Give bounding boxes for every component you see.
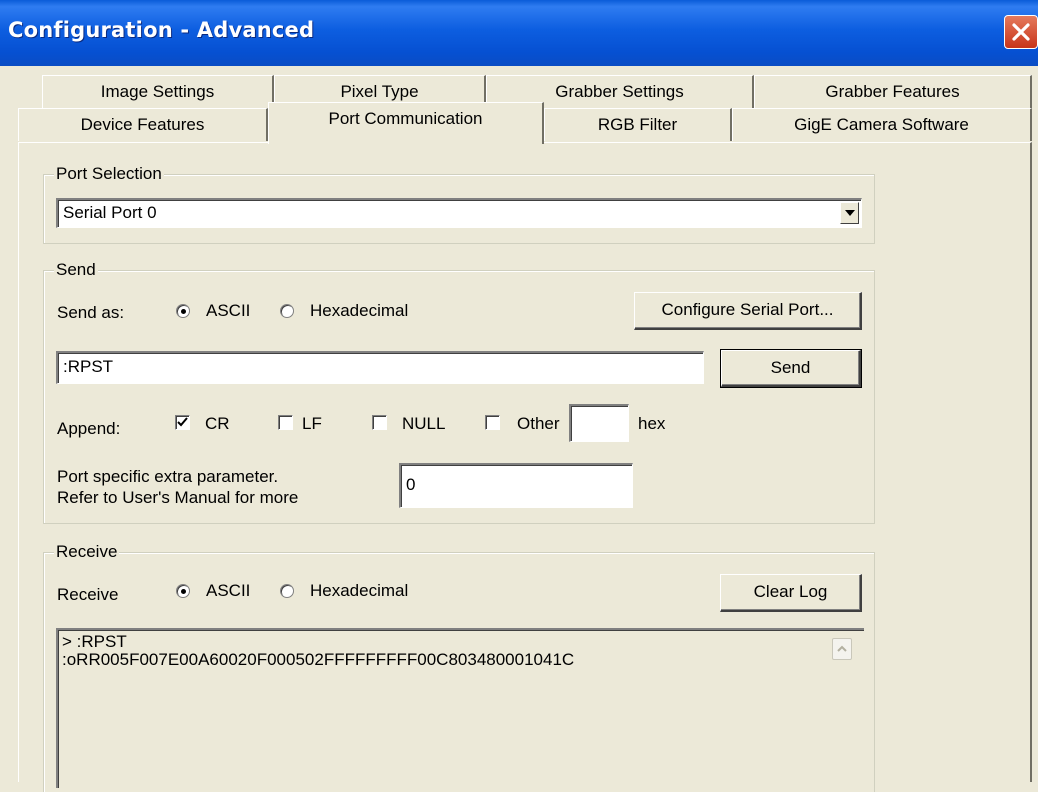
window-title: Configuration - Advanced bbox=[8, 18, 315, 42]
send-ascii-label: ASCII bbox=[206, 301, 251, 320]
append-cr-label: CR bbox=[205, 414, 230, 433]
receive-hex-label: Hexadecimal bbox=[310, 581, 409, 600]
configure-serial-port-button[interactable]: Configure Serial Port... bbox=[634, 292, 862, 330]
tab-rgb-filter[interactable]: RGB Filter bbox=[544, 108, 732, 141]
receive-ascii-radio[interactable] bbox=[176, 584, 190, 598]
tab-port-communication[interactable]: Port Communication bbox=[268, 102, 544, 144]
log-line: > :RPST bbox=[62, 632, 127, 651]
tab-label: Device Features bbox=[80, 115, 205, 134]
send-legend: Send bbox=[54, 259, 98, 281]
receive-log[interactable]: > :RPST :oRR005F007E00A60020F000502FFFFF… bbox=[56, 628, 864, 788]
receive-hex-radio[interactable] bbox=[280, 584, 294, 598]
send-button[interactable]: Send bbox=[720, 349, 862, 388]
tab-label: Pixel Type bbox=[340, 82, 419, 101]
extra-param-input[interactable]: 0 bbox=[399, 463, 633, 508]
extra-param-label-line2: Refer to User's Manual for more bbox=[57, 488, 299, 507]
tab-label: Port Communication bbox=[328, 109, 483, 128]
clear-log-button[interactable]: Clear Log bbox=[720, 574, 862, 612]
tab-label: GigE Camera Software bbox=[794, 115, 969, 134]
port-select-value: Serial Port 0 bbox=[63, 203, 157, 222]
log-scroll-up-button[interactable] bbox=[832, 638, 852, 660]
append-label: Append: bbox=[57, 419, 121, 438]
configure-serial-port-label: Configure Serial Port... bbox=[661, 300, 834, 319]
tab-grabber-features[interactable]: Grabber Features bbox=[754, 75, 1032, 108]
other-hex-input[interactable] bbox=[569, 404, 629, 442]
extra-param-value: 0 bbox=[406, 475, 416, 494]
hex-label: hex bbox=[638, 414, 666, 433]
tab-gige-camera-software[interactable]: GigE Camera Software bbox=[732, 108, 1032, 141]
receive-ascii-label: ASCII bbox=[206, 581, 251, 600]
append-null-label: NULL bbox=[402, 414, 446, 433]
send-hex-radio[interactable] bbox=[280, 304, 294, 318]
port-selection-legend: Port Selection bbox=[54, 163, 164, 185]
checkmark-icon bbox=[177, 417, 188, 427]
append-other-checkbox[interactable] bbox=[485, 415, 500, 430]
close-icon bbox=[1012, 23, 1030, 41]
send-input[interactable]: :RPST bbox=[56, 351, 704, 384]
receive-legend: Receive bbox=[54, 541, 120, 563]
title-bar: Configuration - Advanced bbox=[0, 0, 1038, 66]
append-cr-checkbox[interactable] bbox=[175, 415, 190, 430]
append-null-checkbox[interactable] bbox=[372, 415, 387, 430]
tab-label: Grabber Settings bbox=[555, 82, 684, 101]
append-lf-checkbox[interactable] bbox=[278, 415, 293, 430]
chevron-down-icon bbox=[845, 210, 855, 216]
send-as-label: Send as: bbox=[57, 303, 125, 322]
tab-label: Image Settings bbox=[100, 82, 215, 101]
log-line: :oRR005F007E00A60020F000502FFFFFFFFF00C8… bbox=[62, 650, 575, 669]
append-other-label: Other bbox=[517, 414, 560, 433]
send-ascii-radio[interactable] bbox=[176, 304, 190, 318]
send-button-label: Send bbox=[770, 358, 811, 377]
port-select-dropdown-button[interactable] bbox=[840, 202, 859, 224]
tab-label: Grabber Features bbox=[825, 82, 960, 101]
send-input-value: :RPST bbox=[63, 357, 114, 376]
tab-device-features[interactable]: Device Features bbox=[18, 108, 268, 141]
close-button[interactable] bbox=[1004, 15, 1038, 49]
extra-param-label-line1: Port specific extra parameter. bbox=[57, 467, 279, 486]
chevron-up-icon bbox=[837, 645, 847, 652]
clear-log-label: Clear Log bbox=[753, 582, 828, 601]
tab-image-settings[interactable]: Image Settings bbox=[42, 75, 274, 108]
send-hex-label: Hexadecimal bbox=[310, 301, 409, 320]
receive-label: Receive bbox=[57, 585, 119, 604]
append-lf-label: LF bbox=[302, 414, 322, 433]
port-select[interactable]: Serial Port 0 bbox=[56, 198, 862, 228]
tab-label: RGB Filter bbox=[597, 115, 678, 134]
